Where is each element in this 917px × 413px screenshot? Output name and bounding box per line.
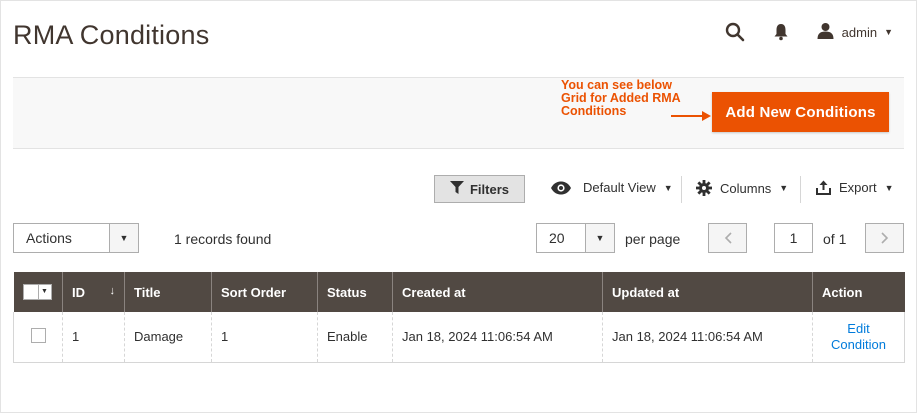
column-header-sort-order[interactable]: Sort Order — [211, 272, 318, 312]
export-dropdown[interactable]: Export ▼ — [816, 180, 894, 195]
mass-select-checkbox — [23, 285, 38, 298]
previous-page-button[interactable] — [708, 223, 747, 253]
mass-select-column: ▼ — [13, 272, 63, 312]
toolbar-divider — [800, 176, 801, 203]
chevron-left-icon — [724, 232, 732, 244]
export-label: Export — [839, 180, 877, 195]
table-row[interactable]: 1 Damage 1 Enable Jan 18, 2024 11:06:54 … — [13, 312, 905, 363]
toolbar-divider — [681, 176, 682, 203]
grid-toolbar: Filters Default View ▼ Columns ▼ Export … — [0, 172, 917, 206]
gear-icon — [696, 180, 712, 196]
conditions-grid: ▼ ID ↓ Title Sort Order Status Created at… — [13, 272, 905, 363]
cell-title: Damage — [124, 312, 212, 363]
cell-status: Enable — [317, 312, 393, 363]
page-size-select[interactable]: 20 ▼ — [536, 223, 615, 253]
column-header-label: ID — [72, 284, 85, 300]
default-view-label: Default View — [583, 180, 656, 195]
edit-condition-link[interactable]: Edit Condition — [822, 321, 895, 353]
grid-header-row: ▼ ID ↓ Title Sort Order Status Created at… — [13, 272, 905, 312]
user-icon — [817, 22, 834, 42]
row-select-cell — [13, 312, 63, 363]
filter-icon — [449, 181, 470, 197]
chevron-down-icon: ▼ — [109, 224, 138, 252]
admin-user-menu[interactable]: admin ▼ — [817, 22, 893, 42]
column-header-updated-at[interactable]: Updated at — [602, 272, 813, 312]
current-page-input[interactable] — [774, 223, 813, 253]
chevron-down-icon: ▼ — [37, 284, 51, 299]
default-view-dropdown[interactable]: Default View ▼ — [550, 180, 673, 195]
cell-updated-at: Jan 18, 2024 11:06:54 AM — [602, 312, 813, 363]
page-size-value: 20 — [549, 230, 565, 246]
next-page-button[interactable] — [865, 223, 904, 253]
column-header-action: Action — [812, 272, 905, 312]
page-title: RMA Conditions — [13, 20, 210, 50]
cell-id: 1 — [62, 312, 125, 363]
grid-controls: Actions ▼ 1 records found 20 ▼ per page … — [0, 222, 917, 256]
columns-label: Columns — [720, 180, 772, 196]
mass-actions-value: Actions — [26, 230, 72, 246]
column-header-id[interactable]: ID ↓ — [62, 272, 125, 312]
annotation-arrow-icon — [671, 109, 711, 127]
filters-button[interactable]: Filters — [434, 175, 525, 203]
mass-actions-select[interactable]: Actions ▼ — [13, 223, 139, 253]
column-header-title[interactable]: Title — [124, 272, 212, 312]
add-new-conditions-button[interactable]: Add New Conditions — [712, 92, 889, 132]
header-actions: admin ▼ — [725, 22, 893, 42]
page-actions-bar: You can see below Grid for Added RMA Con… — [13, 77, 904, 149]
cell-created-at: Jan 18, 2024 11:06:54 AM — [392, 312, 603, 363]
column-header-status[interactable]: Status — [317, 272, 393, 312]
export-icon — [816, 180, 831, 195]
bell-icon[interactable] — [773, 23, 789, 41]
cell-action: Edit Condition — [812, 312, 905, 363]
columns-dropdown[interactable]: Columns ▼ — [696, 180, 788, 196]
records-found: 1 records found — [174, 231, 272, 247]
filters-label: Filters — [469, 181, 509, 197]
total-pages: of 1 — [823, 231, 847, 247]
chevron-down-icon: ▼ — [779, 183, 789, 193]
user-name: admin — [841, 24, 878, 40]
search-icon[interactable] — [725, 22, 745, 42]
cell-sort-order: 1 — [211, 312, 318, 363]
chevron-down-icon: ▼ — [663, 182, 673, 193]
chevron-down-icon: ▼ — [585, 224, 614, 252]
mass-select-dropdown[interactable]: ▼ — [22, 283, 52, 300]
column-header-created-at[interactable]: Created at — [392, 272, 603, 312]
chevron-down-icon: ▼ — [884, 27, 893, 37]
per-page-label: per page — [625, 231, 681, 247]
chevron-right-icon — [880, 232, 889, 244]
row-checkbox[interactable] — [30, 327, 46, 343]
chevron-down-icon: ▼ — [884, 182, 894, 193]
eye-icon — [550, 181, 572, 195]
sort-arrow-icon: ↓ — [109, 284, 116, 297]
